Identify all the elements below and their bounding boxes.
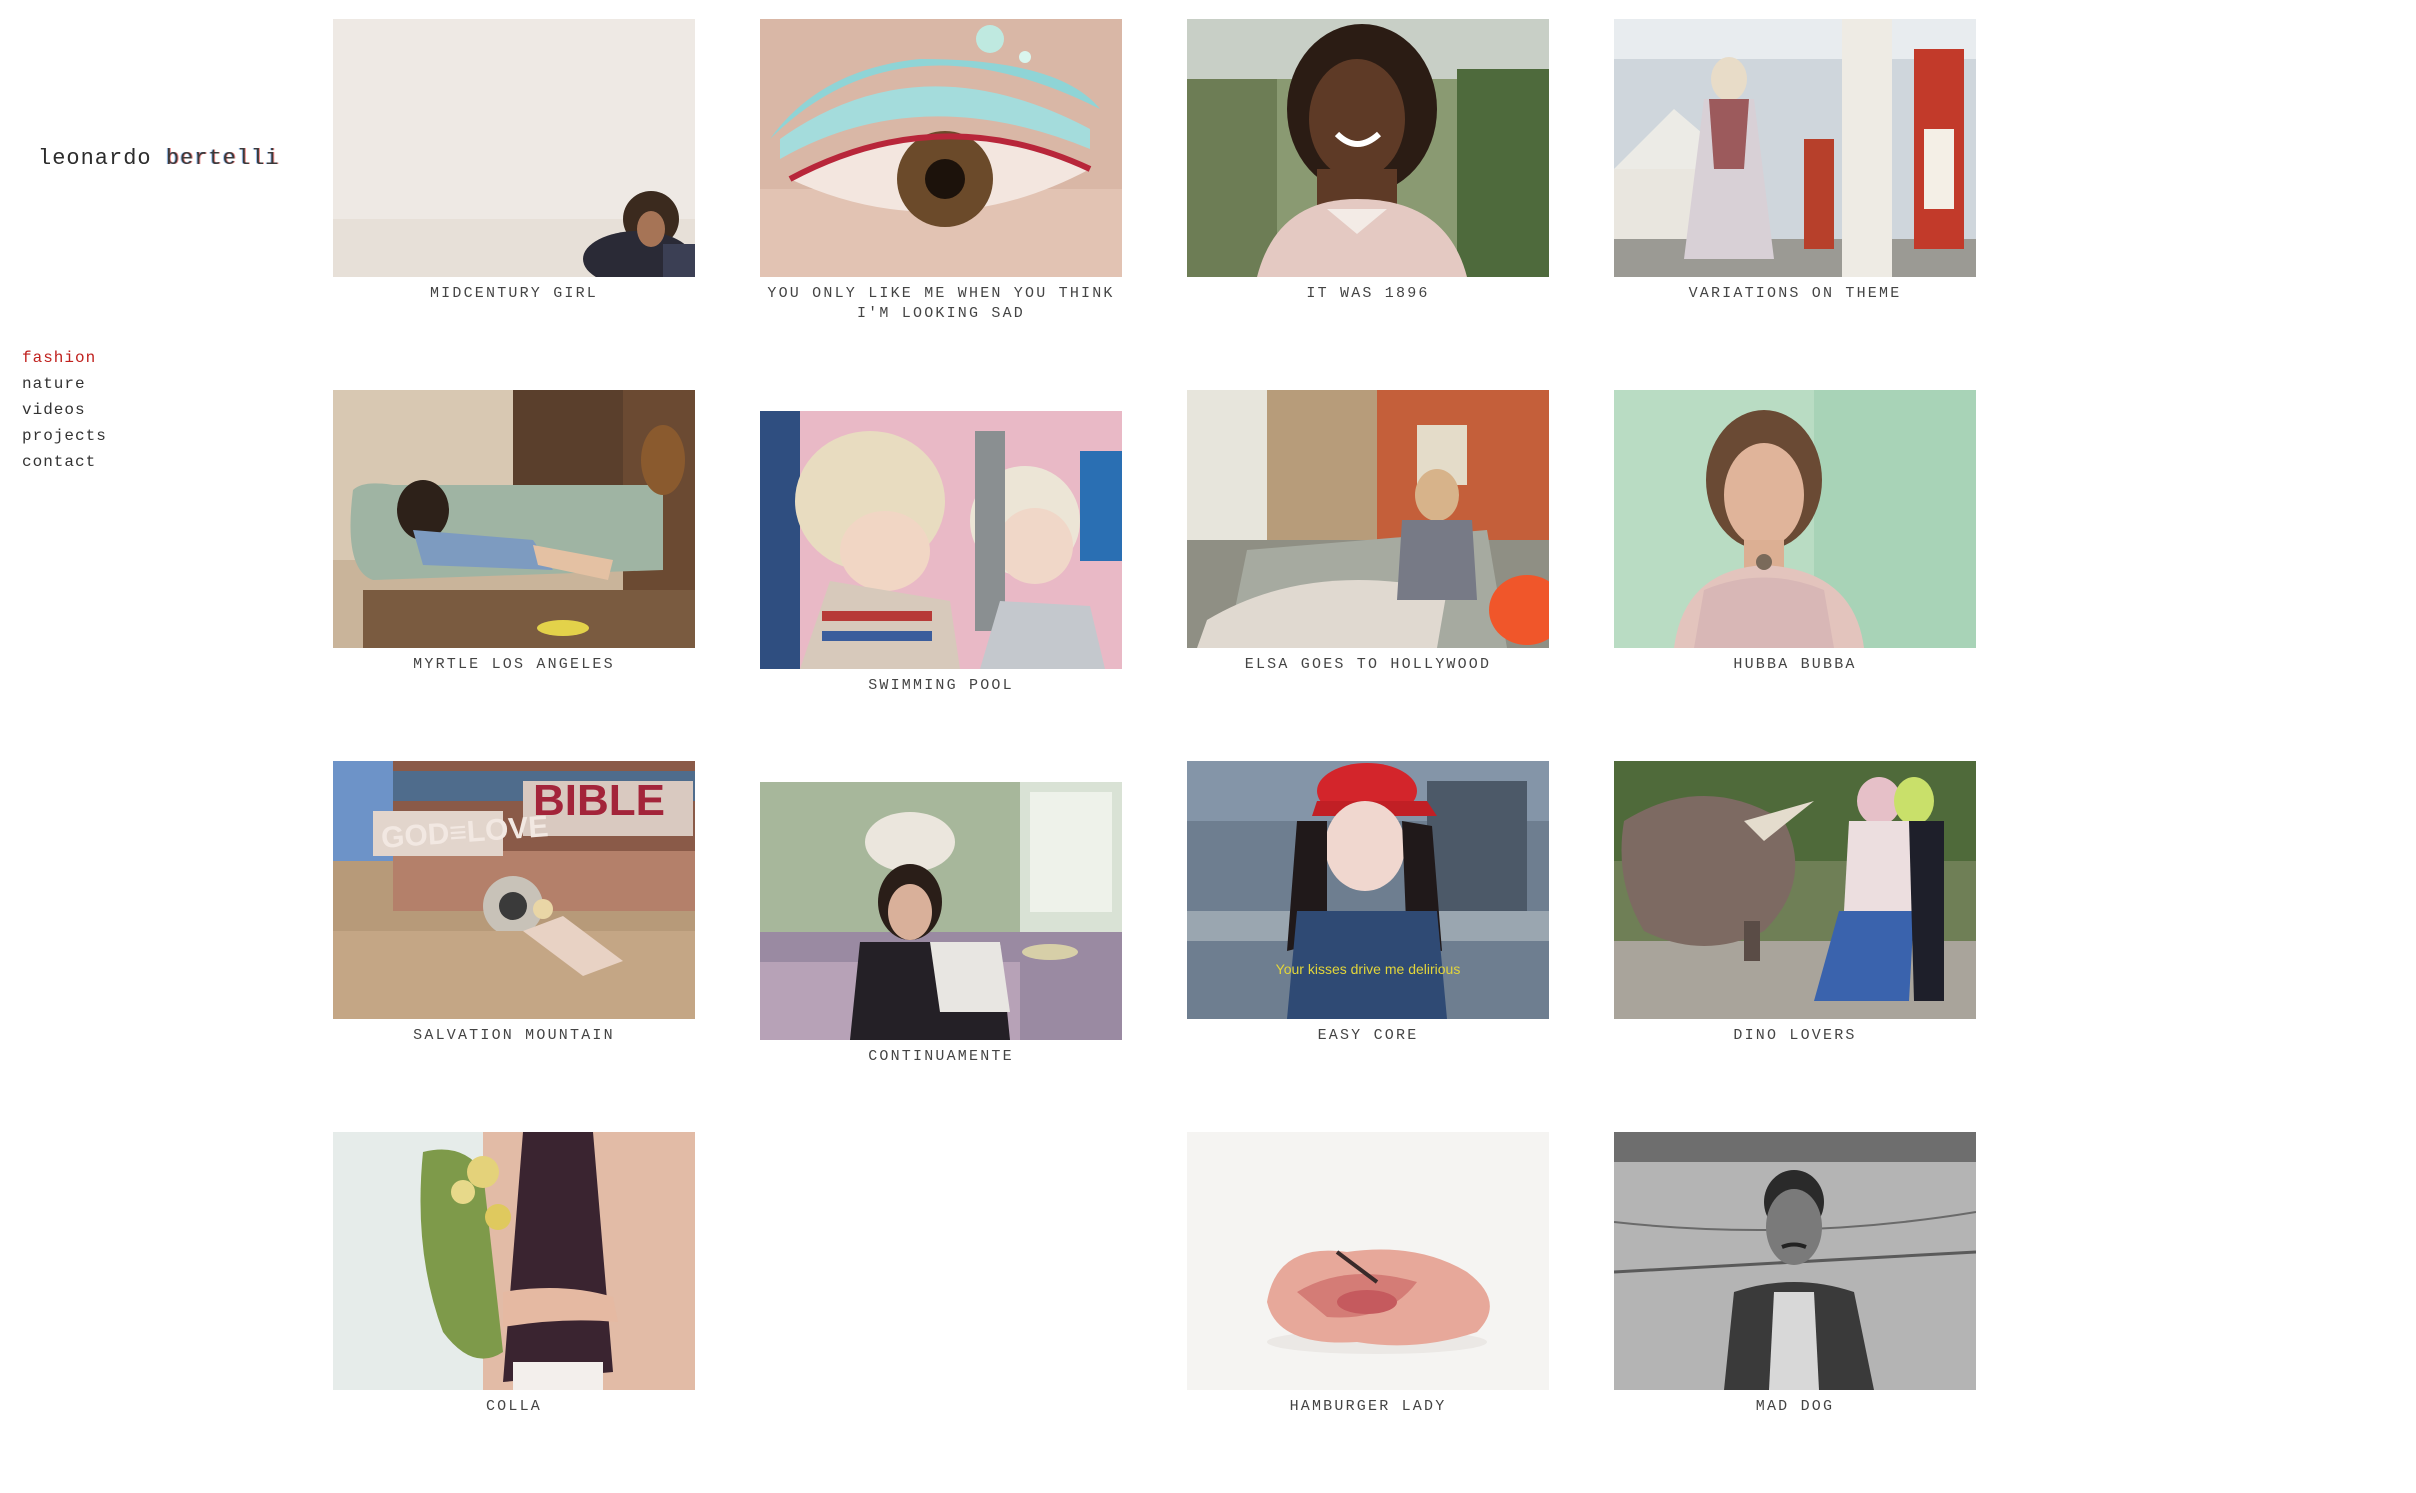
photo-bathroom-girl-icon: [760, 782, 1122, 1040]
nav-item-videos[interactable]: videos: [22, 397, 107, 423]
gallery-caption-continuamente[interactable]: CONTINUAMENTE: [751, 1047, 1131, 1067]
gallery-thumb-it-was-1896[interactable]: [1187, 19, 1549, 277]
gallery-caption-dino-lovers[interactable]: DINO LOVERS: [1605, 1026, 1985, 1046]
photo-smiling-portrait-icon: [1187, 19, 1549, 277]
logo-first-name: leonardo: [38, 146, 152, 171]
gallery-caption-myrtle-los-angeles[interactable]: MYRTLE LOS ANGELES: [324, 655, 704, 675]
gallery-caption-elsa-goes-to-hollywood[interactable]: ELSA GOES TO HOLLYWOOD: [1178, 655, 1558, 675]
photo-dinosaur-icon: [1614, 761, 1976, 1019]
gallery-thumb-variations-on-theme[interactable]: [1614, 19, 1976, 277]
nav-item-projects[interactable]: projects: [22, 423, 107, 449]
nav-item-fashion[interactable]: fashion: [22, 345, 107, 371]
gallery-caption-midcentury-girl[interactable]: MIDCENTURY GIRL: [324, 284, 704, 304]
logo-last-name: bertelli: [165, 146, 280, 171]
gallery-thumb-salvation-mountain[interactable]: GOD≡LOVE BIBLE: [333, 761, 695, 1019]
salvation-sign-right: BIBLE: [533, 776, 665, 825]
gallery-thumb-continuamente[interactable]: [760, 782, 1122, 1040]
gallery-caption-hamburger-lady[interactable]: HAMBURGER LADY: [1178, 1397, 1558, 1417]
gallery-thumb-colla[interactable]: [333, 1132, 695, 1390]
photo-portrait-sepia-icon: [333, 19, 695, 277]
photo-red-cap-icon: [1187, 761, 1549, 1019]
gallery-thumb-midcentury-girl[interactable]: [333, 19, 695, 277]
gallery-thumb-easy-core[interactable]: Your kisses drive me delirious: [1187, 761, 1549, 1019]
gallery-thumb-dino-lovers[interactable]: [1614, 761, 1976, 1019]
nav-item-nature[interactable]: nature: [22, 371, 107, 397]
gallery-thumb-mad-dog[interactable]: [1614, 1132, 1976, 1390]
gallery-caption-easy-core[interactable]: EASY CORE: [1178, 1026, 1558, 1046]
gallery-caption-colla[interactable]: COLLA: [324, 1397, 704, 1417]
photo-eye-glitter-icon: [760, 19, 1122, 277]
gallery-caption-you-only-like-me[interactable]: YOU ONLY LIKE ME WHEN YOU THINK I'M LOOK…: [751, 284, 1131, 324]
photo-bw-portrait-icon: [1614, 1132, 1976, 1390]
photo-green-portrait-icon: [1614, 390, 1976, 648]
gallery-caption-variations-on-theme[interactable]: VARIATIONS ON THEME: [1605, 284, 1985, 304]
gallery-thumb-elsa-goes-to-hollywood[interactable]: [1187, 390, 1549, 648]
gallery-caption-salvation-mountain[interactable]: SALVATION MOUNTAIN: [324, 1026, 704, 1046]
gallery-thumb-you-only-like-me[interactable]: [760, 19, 1122, 277]
gallery-thumb-swimming-pool[interactable]: [760, 411, 1122, 669]
site-logo[interactable]: leonardo bertelli: [38, 146, 279, 171]
photo-sofa-room-icon: [333, 390, 695, 648]
main-nav: fashion nature videos projects contact: [22, 345, 107, 475]
photo-trailer-interior-icon: [1187, 390, 1549, 648]
easy-core-subtitle: Your kisses drive me delirious: [1275, 961, 1461, 977]
photo-gas-station-icon: [1614, 19, 1976, 277]
gallery-thumb-hubba-bubba[interactable]: [1614, 390, 1976, 648]
photo-flowers-torso-icon: [333, 1132, 695, 1390]
gallery-caption-hubba-bubba[interactable]: HUBBA BUBBA: [1605, 655, 1985, 675]
nav-item-contact[interactable]: contact: [22, 449, 107, 475]
gallery-thumb-myrtle-los-angeles[interactable]: [333, 390, 695, 648]
photo-meat-icon: [1187, 1132, 1549, 1390]
gallery-thumb-hamburger-lady[interactable]: [1187, 1132, 1549, 1390]
photo-two-girls-pink-icon: [760, 411, 1122, 669]
gallery-caption-mad-dog[interactable]: MAD DOG: [1605, 1397, 1985, 1417]
gallery-caption-swimming-pool[interactable]: SWIMMING POOL: [751, 676, 1131, 696]
gallery-caption-it-was-1896[interactable]: IT WAS 1896: [1178, 284, 1558, 304]
